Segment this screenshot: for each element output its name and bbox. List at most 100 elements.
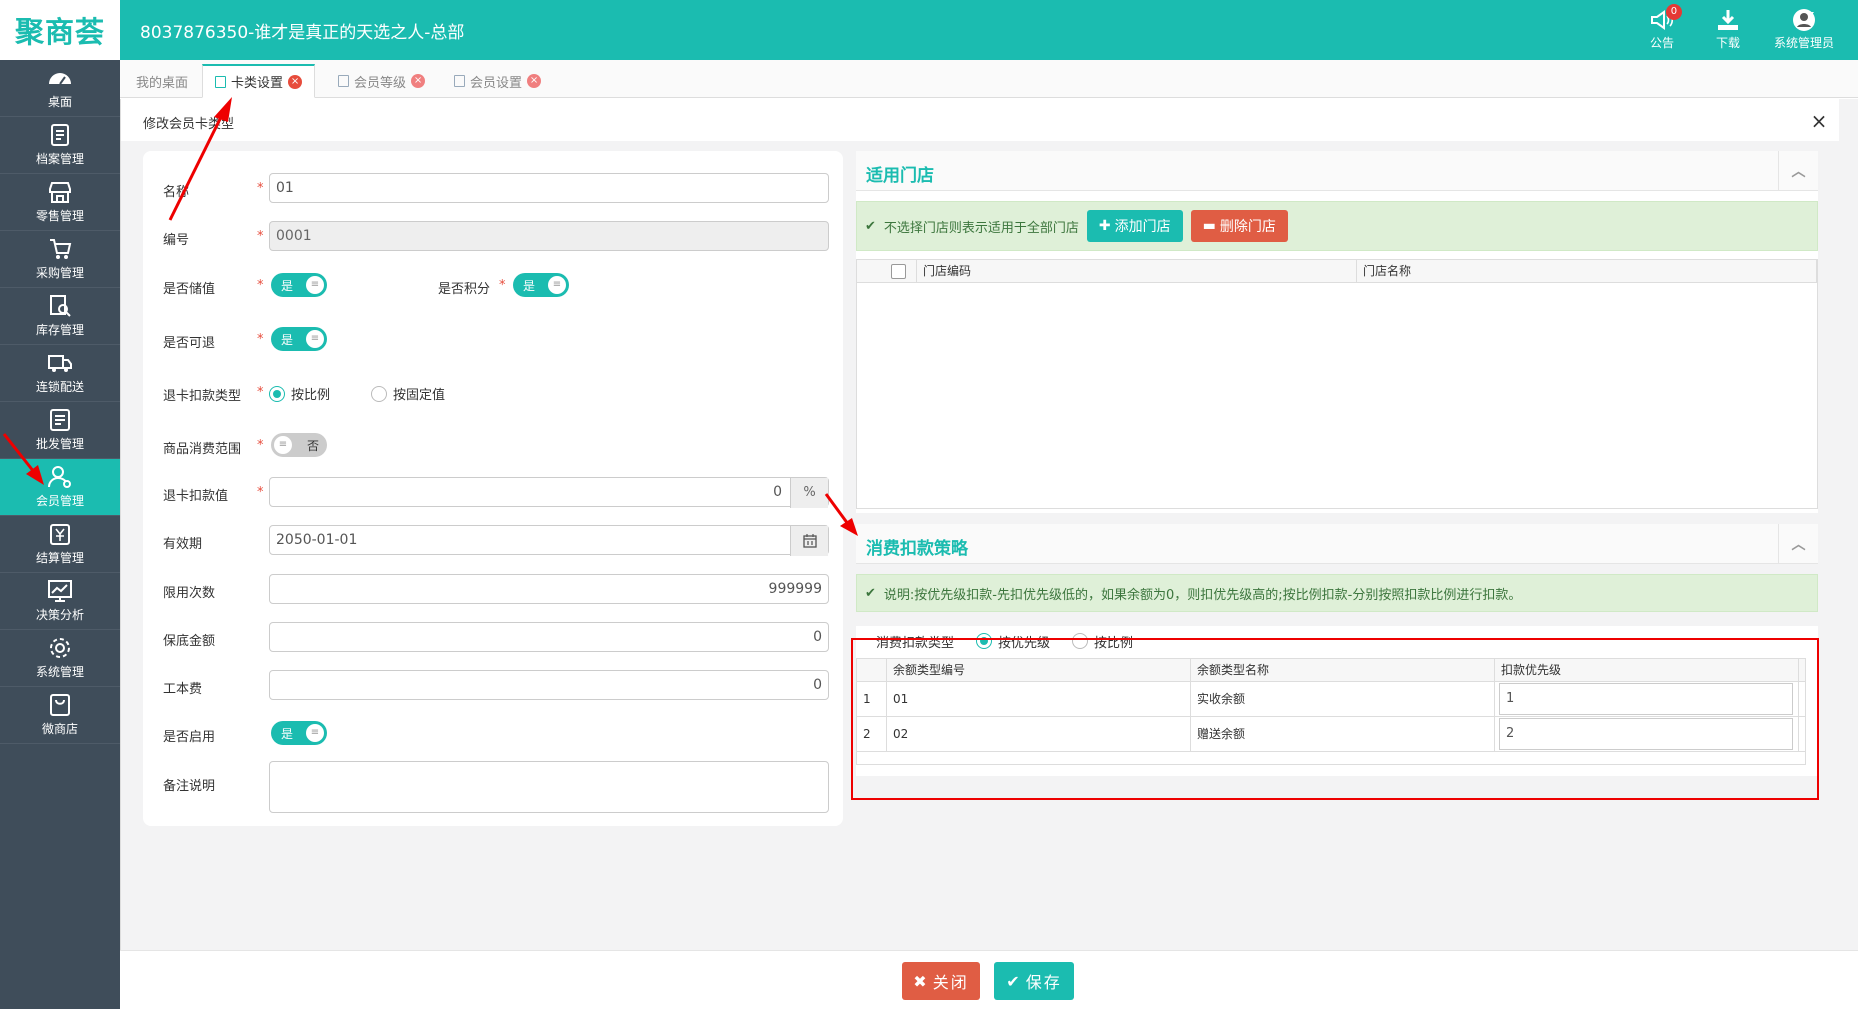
collapse-chevron-icon[interactable]: ︿ — [1778, 524, 1818, 564]
tab-member-settings[interactable]: 会员设置 × — [442, 64, 553, 98]
min-amount-input[interactable]: 0 — [269, 622, 829, 652]
toggle-knob: ≡ — [274, 436, 292, 454]
limit-count-input[interactable]: 999999 — [269, 574, 829, 604]
notification-badge: 0 — [1665, 4, 1682, 20]
refundable-toggle[interactable]: 是 ≡ — [271, 327, 327, 351]
expiry-date-input[interactable]: 2050-01-01 — [269, 525, 829, 556]
download-button[interactable]: 下载 — [1708, 8, 1748, 51]
tab-card-settings[interactable]: 卡类设置 × — [202, 64, 316, 98]
check-icon: ✔ — [865, 585, 876, 601]
sidebar: 桌面 档案管理 零售管理 采购管理 库存管理 连锁配送 批发管理 会员管理 结算… — [0, 60, 120, 1009]
toggle-label: 否 — [306, 438, 319, 453]
radio-by-ratio[interactable]: 按比例 — [269, 384, 330, 403]
radio-label: 按固定值 — [393, 388, 446, 403]
purchase-icon — [50, 239, 72, 259]
expiry-label: 有效期 — [163, 537, 203, 552]
remark-label: 备注说明 — [163, 779, 216, 794]
card-fee-input[interactable]: 0 — [269, 670, 829, 700]
settlement-icon — [50, 524, 70, 545]
card-fee-label: 工本费 — [163, 682, 203, 697]
tab-label: 卡类设置 — [231, 76, 284, 91]
sidebar-item-inventory[interactable]: 库存管理 — [0, 288, 120, 345]
top-bar: 聚商荟 8037876350-谁才是真正的天选之人-总部 0 公告 下载 系统管… — [0, 0, 1858, 60]
required-mark: * — [257, 229, 264, 244]
points-label: 是否积分 — [438, 282, 491, 297]
stores-grid-body — [856, 283, 1818, 509]
download-label: 下载 — [1715, 36, 1740, 50]
percent-addon: % — [790, 478, 828, 508]
add-store-label: 添加门店 — [1114, 219, 1171, 235]
collapse-chevron-icon[interactable]: ︿ — [1778, 151, 1818, 191]
sidebar-item-retail[interactable]: 零售管理 — [0, 174, 120, 231]
stored-value-toggle[interactable]: 是 ≡ — [271, 273, 327, 297]
input-value: 0 — [773, 484, 782, 500]
annotation-highlight-box — [851, 638, 1819, 800]
refund-deduct-type-label: 退卡扣款类型 — [163, 389, 242, 404]
top-icons: 0 公告 下载 系统管理员 — [1642, 4, 1834, 51]
sidebar-item-purchase[interactable]: 采购管理 — [0, 231, 120, 288]
inventory-icon — [50, 295, 71, 317]
plus-icon: ✚ — [1098, 218, 1111, 234]
sidebar-item-desktop[interactable]: 桌面 — [0, 60, 120, 117]
page-header: 修改会员卡类型 × — [121, 99, 1839, 141]
document-icon — [215, 75, 226, 88]
sidebar-item-system[interactable]: 系统管理 — [0, 630, 120, 687]
close-icon[interactable]: × — [1799, 109, 1839, 133]
sidebar-item-label: 系统管理 — [35, 665, 84, 679]
close-button-label: 关闭 — [932, 973, 969, 992]
tab-my-desktop[interactable]: 我的桌面 — [124, 64, 200, 98]
stores-notice: ✔ 不选择门店则表示适用于全部门店 ✚ 添加门店 ▬ 删除门店 — [856, 201, 1818, 251]
consume-scope-toggle[interactable]: ≡ 否 — [271, 433, 327, 457]
consume-scope-label: 商品消费范围 — [163, 442, 242, 457]
page-content: 修改会员卡类型 × 名称 * 01 编号 * 0001 是否储值 * 是 ≡ 是否… — [120, 99, 1858, 1009]
sidebar-item-label: 采购管理 — [35, 266, 84, 280]
required-mark: * — [257, 278, 264, 293]
sidebar-item-settlement[interactable]: 结算管理 — [0, 516, 120, 573]
sidebar-item-archive[interactable]: 档案管理 — [0, 117, 120, 174]
add-store-button[interactable]: ✚ 添加门店 — [1086, 210, 1183, 242]
remark-textarea[interactable] — [269, 761, 829, 813]
toggle-label: 是 — [281, 726, 294, 741]
deduct-notice-text: 说明:按优先级扣款-先扣优先级低的，如果余额为0，则扣优先级高的;按比例扣款-分… — [883, 587, 1522, 603]
sidebar-item-label: 决策分析 — [35, 608, 84, 622]
sidebar-item-label: 零售管理 — [35, 209, 84, 223]
close-tab-icon[interactable]: × — [527, 74, 542, 88]
sidebar-item-distribution[interactable]: 连锁配送 — [0, 345, 120, 402]
sidebar-item-member[interactable]: 会员管理 — [0, 459, 120, 516]
enabled-toggle[interactable]: 是 ≡ — [271, 721, 327, 745]
points-toggle[interactable]: 是 ≡ — [513, 273, 569, 297]
sidebar-item-label: 档案管理 — [35, 152, 84, 166]
form-card: 名称 * 01 编号 * 0001 是否储值 * 是 ≡ 是否积分 * 是 ≡ 是否… — [143, 151, 843, 826]
input-value: 2050-01-01 — [276, 532, 358, 548]
shop-bag-icon — [50, 694, 70, 716]
close-button[interactable]: ✖ 关闭 — [902, 962, 980, 1000]
delete-store-button[interactable]: ▬ 删除门店 — [1190, 210, 1288, 242]
sidebar-item-label: 库存管理 — [35, 323, 84, 337]
name-input[interactable]: 01 — [269, 173, 829, 203]
sidebar-item-analysis[interactable]: 决策分析 — [0, 573, 120, 630]
refund-deduct-value-input[interactable]: 0% — [269, 477, 829, 508]
sidebar-item-label: 批发管理 — [35, 437, 84, 451]
radio-dot — [269, 385, 285, 402]
toggle-knob: ≡ — [306, 724, 324, 742]
column-store-name[interactable]: 门店名称 — [1357, 259, 1817, 283]
user-menu[interactable]: 系统管理员 — [1774, 8, 1834, 51]
sidebar-item-wholesale[interactable]: 批发管理 — [0, 402, 120, 459]
delete-store-label: 删除门店 — [1219, 219, 1276, 235]
close-tab-icon[interactable]: × — [288, 74, 303, 89]
tab-member-level[interactable]: 会员等级 × — [326, 64, 437, 98]
save-button[interactable]: ✔ 保存 — [994, 962, 1074, 1000]
required-mark: * — [257, 485, 264, 500]
stores-section: 适用门店 ︿ ✔ 不选择门店则表示适用于全部门店 ✚ 添加门店 ▬ 删除门店 门店编… — [856, 151, 1818, 513]
select-all-checkbox[interactable] — [887, 259, 917, 283]
radio-by-fixed[interactable]: 按固定值 — [371, 384, 445, 403]
sidebar-item-microshop[interactable]: 微商店 — [0, 687, 120, 744]
footer-bar: ✖ 关闭 ✔ 保存 — [120, 950, 1858, 1009]
calendar-icon[interactable] — [790, 526, 828, 556]
app-logo[interactable]: 聚商荟 — [0, 0, 120, 60]
column-store-code[interactable]: 门店编码 — [917, 259, 1357, 283]
save-button-label: 保存 — [1025, 973, 1062, 992]
app-title: 8037876350-谁才是真正的天选之人-总部 — [140, 23, 465, 43]
announcement-button[interactable]: 0 公告 — [1642, 4, 1682, 51]
close-tab-icon[interactable]: × — [411, 74, 426, 88]
